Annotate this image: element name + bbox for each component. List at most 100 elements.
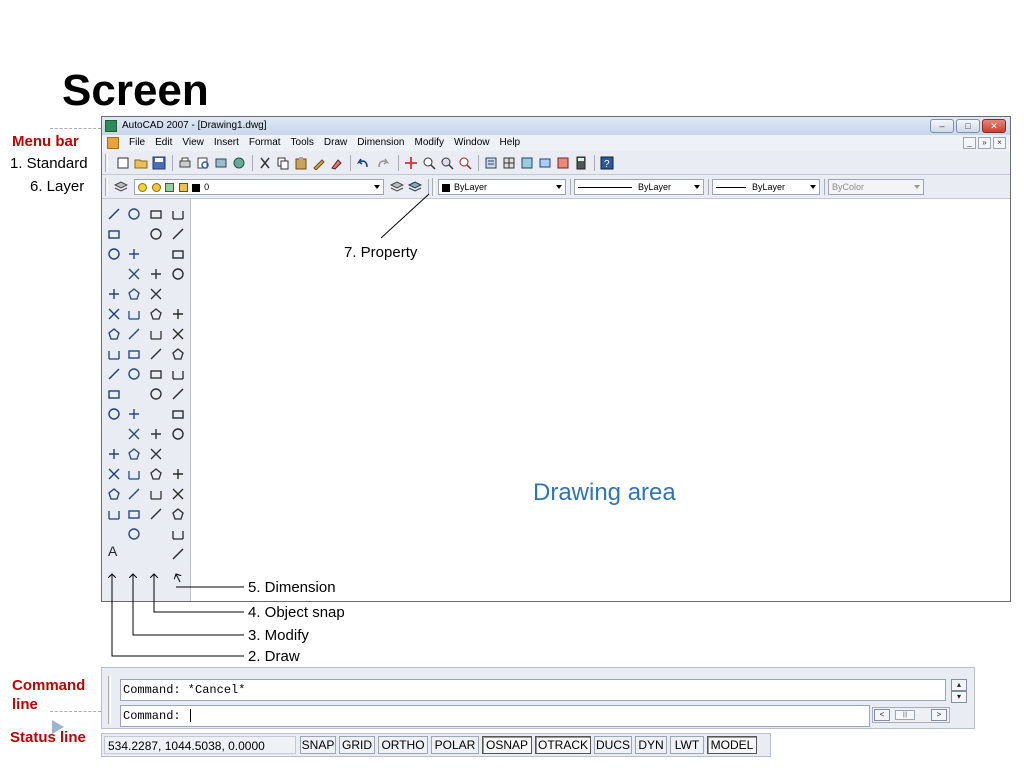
menu-format[interactable]: Format [244, 135, 286, 151]
scroll-down-button[interactable]: ▾ [951, 691, 967, 703]
save-icon[interactable] [152, 156, 166, 170]
osnap-tool-16-icon[interactable] [149, 507, 163, 521]
osnap-tool-1-icon[interactable] [149, 207, 163, 221]
block-editor-icon[interactable] [330, 156, 344, 170]
draw-tool-15-icon[interactable] [107, 487, 121, 501]
menu-modify[interactable]: Modify [410, 135, 449, 151]
draw-tool-12-icon[interactable] [107, 427, 121, 441]
maximize-button[interactable]: □ [956, 119, 980, 133]
cut-icon[interactable] [258, 156, 272, 170]
modify-tool-11-icon[interactable] [127, 407, 141, 421]
doc-restore-button[interactable]: » [978, 137, 991, 149]
menu-tools[interactable]: Tools [286, 135, 319, 151]
command-line-grip[interactable] [108, 676, 111, 724]
osnap-tool-9-icon[interactable] [149, 367, 163, 381]
draw-tool-13-icon[interactable] [107, 447, 121, 461]
menu-window[interactable]: Window [449, 135, 495, 151]
minimize-button[interactable]: – [930, 119, 954, 133]
lwt-toggle[interactable]: LWT [670, 736, 704, 754]
ortho-toggle[interactable]: ORTHO [378, 736, 428, 754]
ducs-toggle[interactable]: DUCS [594, 736, 632, 754]
modify-tool-4-icon[interactable] [127, 267, 141, 281]
modify-tool-12-icon[interactable] [127, 427, 141, 441]
new-icon[interactable] [116, 156, 130, 170]
osnap-tool-12-icon[interactable] [149, 427, 163, 441]
osnap-tool-11-icon[interactable] [149, 407, 163, 421]
modify-tool-6-icon[interactable] [127, 307, 141, 321]
layer-previous-icon[interactable] [408, 180, 422, 194]
dimension-tool-10-icon[interactable] [171, 387, 185, 401]
modify-tool-13-icon[interactable] [127, 447, 141, 461]
dimension-tool-17-icon[interactable] [171, 527, 185, 541]
coordinates-readout[interactable]: 534.2287, 1044.5038, 0.0000 [104, 736, 296, 754]
dimension-tool-15-icon[interactable] [171, 487, 185, 501]
draw-tool-7-icon[interactable] [107, 327, 121, 341]
modify-tool-10-icon[interactable] [127, 387, 141, 401]
grid-toggle[interactable]: GRID [339, 736, 375, 754]
dimension-tool-18-icon[interactable] [171, 547, 185, 561]
menu-view[interactable]: View [177, 135, 209, 151]
dimension-tool-9-icon[interactable] [171, 367, 185, 381]
layer-dropdown[interactable]: 0 [134, 179, 384, 195]
plot-preview-icon[interactable] [196, 156, 210, 170]
doc-minimize-button[interactable]: _ [963, 137, 976, 149]
document-icon[interactable] [107, 137, 119, 149]
osnap-tool-6-icon[interactable] [149, 307, 163, 321]
modify-tool-16-icon[interactable] [127, 507, 141, 521]
draw-tool-11-icon[interactable] [107, 407, 121, 421]
modify-tool-17-icon[interactable] [127, 527, 141, 541]
toolbar-grip[interactable] [432, 178, 435, 196]
draw-tool-6-icon[interactable] [107, 307, 121, 321]
copy-icon[interactable] [276, 156, 290, 170]
dimension-tool-1-icon[interactable] [171, 207, 185, 221]
horizontal-scrollbar[interactable]: < ||| > [872, 707, 950, 723]
scroll-thumb[interactable]: ||| [895, 710, 915, 720]
drawing-area[interactable]: Drawing area [191, 199, 1010, 601]
linetype-dropdown[interactable]: ByLayer [574, 179, 704, 195]
draw-tool-1-icon[interactable] [107, 207, 121, 221]
match-properties-icon[interactable] [312, 156, 326, 170]
publish-icon[interactable] [214, 156, 228, 170]
dimension-tool-12-icon[interactable] [171, 427, 185, 441]
zoom-previous-icon[interactable] [458, 156, 472, 170]
modify-tool-9-icon[interactable] [127, 367, 141, 381]
lineweight-dropdown[interactable]: ByLayer [712, 179, 820, 195]
toolbar-grip[interactable] [105, 154, 108, 172]
dimension-tool-8-icon[interactable] [171, 347, 185, 361]
3d-dwf-icon[interactable] [232, 156, 246, 170]
menu-insert[interactable]: Insert [209, 135, 244, 151]
tool-palettes-icon[interactable] [520, 156, 534, 170]
snap-toggle[interactable]: SNAP [300, 736, 336, 754]
draw-tool-5-icon[interactable] [107, 287, 121, 301]
osnap-tool-3-icon[interactable] [149, 247, 163, 261]
pan-icon[interactable] [404, 156, 418, 170]
draw-tool-3-icon[interactable] [107, 247, 121, 261]
scroll-right-button[interactable]: > [931, 709, 947, 721]
modify-tool-14-icon[interactable] [127, 467, 141, 481]
dimension-tool-5-icon[interactable] [171, 287, 185, 301]
menu-file[interactable]: File [124, 135, 150, 151]
modify-tool-5-icon[interactable] [127, 287, 141, 301]
sheet-set-icon[interactable] [538, 156, 552, 170]
modify-tool-1-icon[interactable] [127, 207, 141, 221]
model-toggle[interactable]: MODEL [707, 736, 757, 754]
modify-tool-8-icon[interactable] [127, 347, 141, 361]
menu-edit[interactable]: Edit [150, 135, 177, 151]
open-icon[interactable] [134, 156, 148, 170]
make-layer-current-icon[interactable] [390, 180, 404, 194]
draw-tool-9-icon[interactable] [107, 367, 121, 381]
dyn-toggle[interactable]: DYN [635, 736, 667, 754]
osnap-tool-8-icon[interactable] [149, 347, 163, 361]
layer-manager-icon[interactable] [114, 180, 128, 194]
dimension-tool-7-icon[interactable] [171, 327, 185, 341]
dimension-tool-11-icon[interactable] [171, 407, 185, 421]
doc-close-button[interactable]: × [993, 137, 1006, 149]
undo-icon[interactable] [356, 156, 370, 170]
toolbar-grip[interactable] [105, 178, 108, 196]
zoom-realtime-icon[interactable] [422, 156, 436, 170]
paste-icon[interactable] [294, 156, 308, 170]
menu-help[interactable]: Help [495, 135, 526, 151]
dimension-tool-13-icon[interactable] [171, 447, 185, 461]
osnap-tool-7-icon[interactable] [149, 327, 163, 341]
multiline-text-icon[interactable]: A [108, 543, 117, 559]
